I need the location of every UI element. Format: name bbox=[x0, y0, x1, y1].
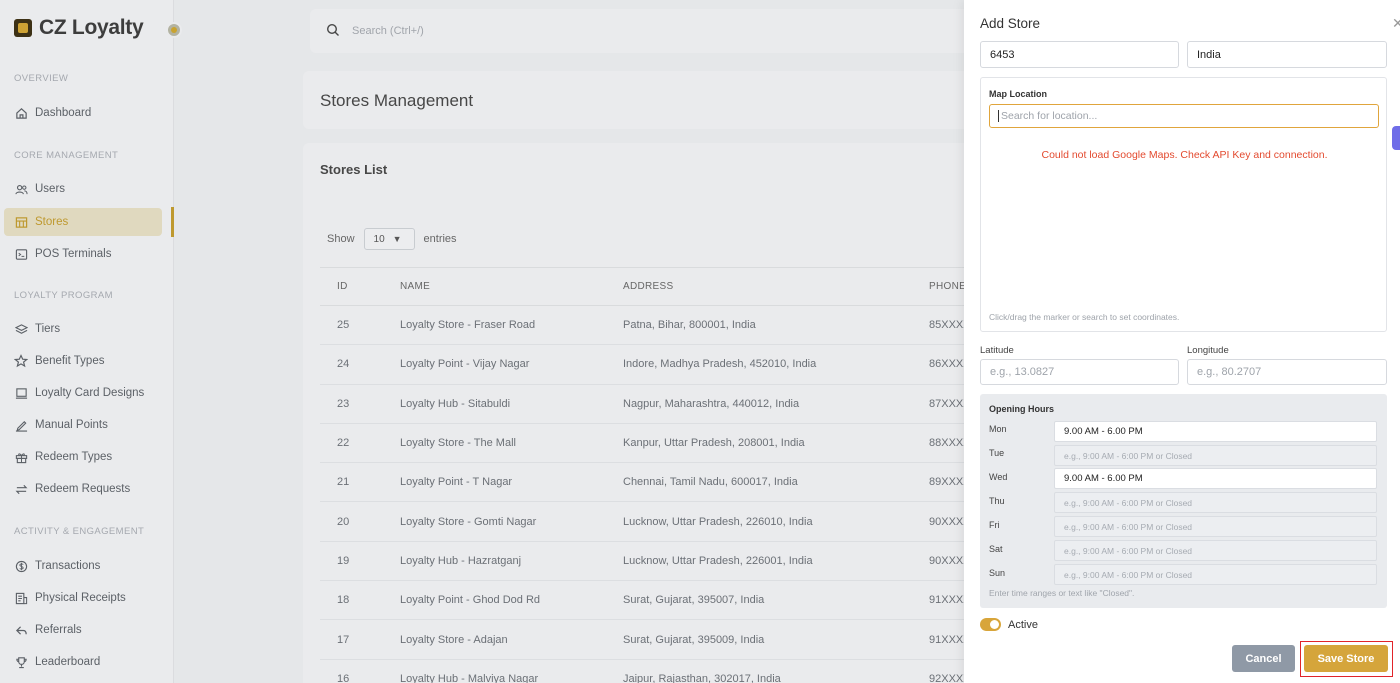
opening-hours-title: Opening Hours bbox=[989, 404, 1054, 414]
day-label-wed: Wed bbox=[989, 472, 1008, 482]
day-label-mon: Mon bbox=[989, 424, 1007, 434]
latitude-label: Latitude bbox=[980, 345, 1014, 356]
cancel-button[interactable]: Cancel bbox=[1232, 645, 1295, 672]
country-input[interactable]: India bbox=[1187, 41, 1387, 68]
map-hint: Click/drag the marker or search to set c… bbox=[989, 312, 1180, 322]
hours-input-tue[interactable]: e.g., 9:00 AM - 6:00 PM or Closed bbox=[1054, 445, 1377, 466]
day-label-thu: Thu bbox=[989, 496, 1005, 506]
day-label-tue: Tue bbox=[989, 448, 1005, 458]
longitude-input[interactable]: e.g., 80.2707 bbox=[1187, 359, 1387, 385]
map-error-message: Could not load Google Maps. Check API Ke… bbox=[1041, 149, 1328, 161]
map-location-box: Map Location Search for location... Coul… bbox=[980, 77, 1387, 332]
drawer-title: Add Store bbox=[980, 16, 1041, 31]
active-label: Active bbox=[1008, 619, 1038, 631]
hours-input-mon[interactable]: 9.00 AM - 6.00 PM bbox=[1054, 421, 1377, 442]
hours-input-sun[interactable]: e.g., 9:00 AM - 6:00 PM or Closed bbox=[1054, 564, 1377, 585]
modal-backdrop[interactable] bbox=[0, 0, 964, 683]
map-search-placeholder: Search for location... bbox=[1001, 110, 1098, 122]
opening-hours-hint: Enter time ranges or text like "Closed". bbox=[989, 588, 1135, 598]
save-store-button[interactable]: Save Store bbox=[1304, 645, 1388, 672]
hours-input-thu[interactable]: e.g., 9:00 AM - 6:00 PM or Closed bbox=[1054, 492, 1377, 513]
opening-hours-box: Opening Hours Mon 9.00 AM - 6.00 PM Tue … bbox=[980, 394, 1387, 608]
hours-input-wed[interactable]: 9.00 AM - 6.00 PM bbox=[1054, 468, 1377, 489]
day-label-fri: Fri bbox=[989, 520, 1000, 530]
text-caret bbox=[998, 110, 999, 122]
map-search-input[interactable]: Search for location... bbox=[989, 104, 1379, 128]
postal-code-input[interactable]: 6453 bbox=[980, 41, 1179, 68]
latitude-input[interactable]: e.g., 13.0827 bbox=[980, 359, 1179, 385]
add-store-drawer: Add Store ✕ 6453 India Map Location Sear… bbox=[964, 0, 1400, 683]
hours-input-sat[interactable]: e.g., 9:00 AM - 6:00 PM or Closed bbox=[1054, 540, 1377, 561]
day-label-sun: Sun bbox=[989, 568, 1006, 578]
map-location-label: Map Location bbox=[989, 89, 1047, 99]
longitude-label: Longitude bbox=[1187, 345, 1229, 356]
close-icon[interactable]: ✕ bbox=[1392, 15, 1400, 32]
active-toggle[interactable] bbox=[980, 618, 1001, 631]
hours-input-fri[interactable]: e.g., 9:00 AM - 6:00 PM or Closed bbox=[1054, 516, 1377, 537]
customizer-tab[interactable] bbox=[1392, 126, 1400, 150]
day-label-sat: Sat bbox=[989, 544, 1003, 554]
